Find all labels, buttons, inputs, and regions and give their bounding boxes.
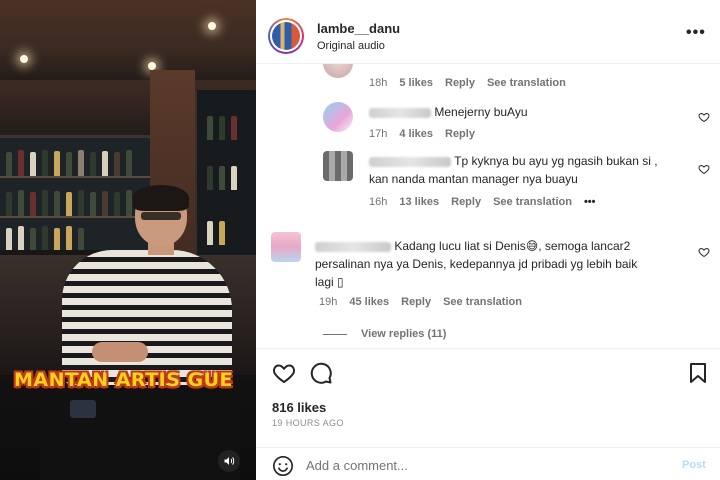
reply-button[interactable]: Reply — [401, 296, 431, 308]
ceiling-light — [148, 62, 156, 70]
post-comment-button[interactable]: Post — [682, 459, 706, 471]
see-translation-button[interactable]: See translation — [443, 296, 522, 308]
comment-likes[interactable]: 5 likes — [399, 77, 433, 89]
reply-button[interactable]: Reply — [445, 77, 475, 89]
commenter-avatar[interactable] — [271, 232, 301, 262]
heart-icon[interactable] — [272, 361, 296, 385]
comment-meta: 19h 45 likes Reply See translation — [319, 296, 522, 308]
comment-text: persalinan nya ya Denis, kedepannya jd p… — [315, 257, 638, 271]
post-panel: lambe__danu Original audio ••• 18h 5 lik… — [256, 0, 720, 480]
video-ceiling — [0, 0, 256, 80]
comment-text: Tp kyknya bu ayu yg ngasih bukan si , — [454, 154, 658, 168]
comment-time: 18h — [369, 77, 388, 89]
person-hand — [92, 342, 148, 362]
blurred-username — [369, 107, 431, 118]
video-player[interactable]: MANTAN ARTIS GUE — [0, 0, 256, 480]
comment-text: Menejerny buAyu — [434, 105, 528, 119]
comment-likes[interactable]: 45 likes — [349, 296, 389, 308]
video-caption: MANTAN ARTIS GUE — [14, 369, 234, 391]
post-username[interactable]: lambe__danu — [317, 21, 400, 36]
comment-text: Kadang lucu liat si Denis😅, semoga lanca… — [394, 239, 631, 253]
commenter-avatar[interactable] — [323, 102, 353, 132]
person-pants — [40, 385, 240, 480]
like-comment-heart-icon[interactable] — [698, 246, 710, 258]
view-replies-button[interactable]: View replies (11) — [323, 328, 446, 340]
ceiling-light — [208, 22, 216, 30]
reply-button[interactable]: Reply — [451, 196, 481, 208]
like-comment-heart-icon[interactable] — [698, 111, 710, 123]
post-timestamp[interactable]: 19 HOURS AGO — [272, 418, 344, 428]
comment-options-icon[interactable]: ••• — [584, 196, 596, 208]
profile-avatar[interactable] — [268, 18, 304, 54]
comment-likes[interactable]: 13 likes — [399, 196, 439, 208]
see-translation-button[interactable]: See translation — [487, 77, 566, 89]
comment-time: 19h — [319, 296, 338, 308]
person-hair — [133, 185, 189, 211]
audio-label[interactable]: Original audio — [317, 40, 385, 52]
comment-text: kan nanda mantan manager nya buayu — [369, 172, 578, 186]
add-comment-input[interactable] — [306, 454, 666, 476]
wine-shelf — [0, 135, 150, 250]
bookmark-icon[interactable] — [686, 361, 710, 385]
phone-on-lap — [70, 400, 96, 418]
action-bar — [256, 348, 720, 392]
commenter-avatar[interactable] — [323, 151, 353, 181]
bottle-row — [4, 224, 144, 250]
bottle-row — [4, 188, 144, 216]
likes-count[interactable]: 816 likes — [272, 400, 326, 415]
sunglasses — [141, 212, 181, 220]
bottle-row — [4, 148, 144, 176]
comment-likes[interactable]: 4 likes — [399, 128, 433, 140]
reply-button[interactable]: Reply — [445, 128, 475, 140]
speaker-icon[interactable] — [218, 450, 240, 472]
more-dots-icon[interactable]: ••• — [686, 24, 706, 42]
post-header: lambe__danu Original audio ••• — [256, 0, 720, 64]
commenter-avatar[interactable] — [323, 64, 353, 78]
comment-body: Menejerny buAyu — [369, 103, 528, 121]
view-replies-label[interactable]: View replies (11) — [361, 328, 446, 340]
replies-divider — [323, 333, 347, 335]
comment-time: 16h — [369, 196, 388, 208]
comment-meta: 16h 13 likes Reply See translation ••• — [369, 196, 596, 208]
blurred-username — [369, 156, 451, 167]
like-comment-heart-icon[interactable] — [698, 163, 710, 175]
wine-shelf-right — [195, 90, 256, 260]
comment-list[interactable]: 18h 5 likes Reply See translation Meneje… — [256, 64, 720, 348]
smiley-icon[interactable] — [272, 455, 294, 477]
comment-text: lagi ▯ — [315, 275, 344, 289]
comment-meta: 18h 5 likes Reply See translation — [369, 77, 566, 89]
comment-icon[interactable] — [309, 361, 333, 385]
comment-time: 17h — [369, 128, 388, 140]
add-comment-bar: Post — [256, 447, 720, 480]
comment-body: Kadang lucu liat si Denis😅, semoga lanca… — [315, 237, 695, 291]
comment-meta: 17h 4 likes Reply — [369, 128, 475, 140]
comment-body: Tp kyknya bu ayu yg ngasih bukan si , ka… — [369, 152, 658, 188]
see-translation-button[interactable]: See translation — [493, 196, 572, 208]
ceiling-light — [20, 55, 28, 63]
blurred-username — [315, 241, 391, 252]
